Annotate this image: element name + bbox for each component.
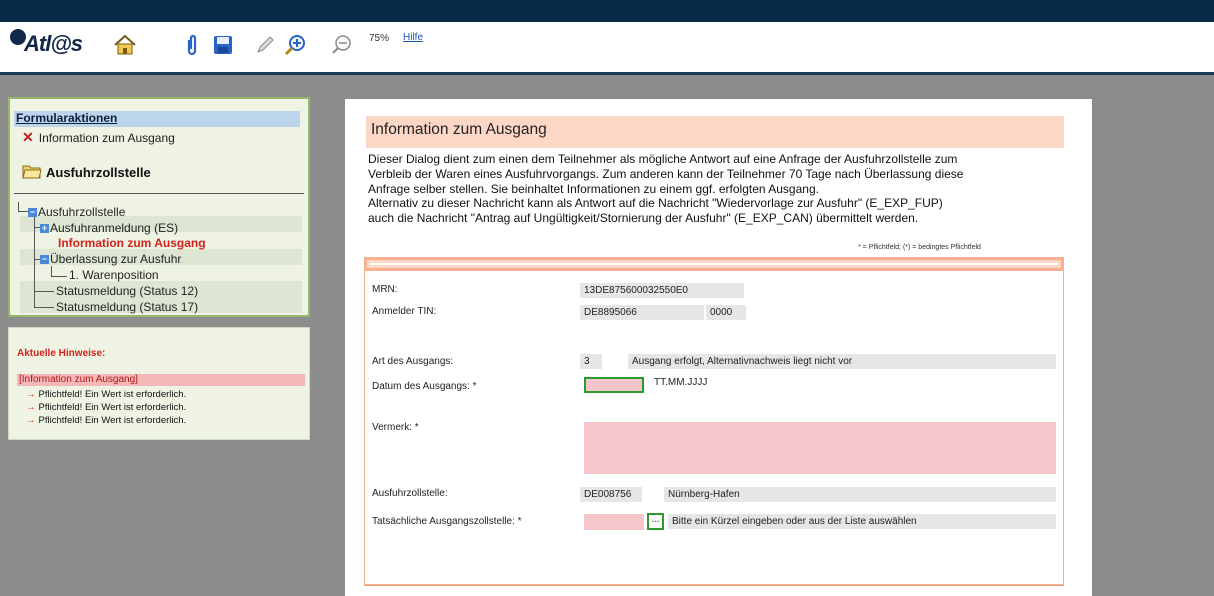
hint-item[interactable]: → Pflichtfeld! Ein Wert ist erforderlich. (26, 402, 186, 413)
arrow-right-icon: → (26, 402, 36, 413)
tin-field: DE8895066 (580, 305, 704, 320)
art-code-field[interactable]: 3 (580, 354, 602, 369)
art-text-field: Ausgang erfolgt, Alternativnachweis lieg… (628, 354, 1056, 369)
edit-pencil-icon[interactable] (255, 33, 275, 57)
logo-swirl-icon (10, 29, 26, 45)
atlas-logo: Atl@s (10, 29, 83, 59)
action-information-zum-ausgang[interactable]: ✕ Information zum Ausgang (22, 129, 175, 146)
tree-item-status-17[interactable]: Statusmeldung (Status 17) (56, 300, 198, 314)
tree-item-warenposition[interactable]: 1. Warenposition (69, 268, 159, 282)
office-section-title: Ausfuhrzollstelle (22, 162, 151, 183)
expand-icon[interactable]: + (40, 224, 49, 233)
actual-office-picker-button[interactable]: ... (647, 513, 664, 530)
datum-label: Datum des Ausgangs: * (372, 381, 477, 392)
hints-section-header: [Information zum Ausgang] (17, 374, 305, 386)
save-icon[interactable] (213, 33, 233, 57)
document-title: Information zum Ausgang (366, 116, 1064, 148)
attachment-icon[interactable] (185, 33, 199, 57)
collapse-icon[interactable]: − (28, 208, 37, 217)
tree-item-status-12[interactable]: Statusmeldung (Status 12) (56, 284, 198, 298)
form-actions-title: Formularaktionen (14, 111, 300, 127)
zoom-level: 75% (369, 33, 390, 44)
help-link[interactable]: Hilfe (403, 32, 423, 43)
tin-suffix-field: 0000 (706, 305, 746, 320)
form-header-bar (364, 257, 1064, 271)
document-description: Dieser Dialog dient zum einen dem Teilne… (368, 152, 964, 226)
arrow-right-icon: → (26, 415, 36, 426)
hints-title: Aktuelle Hinweise: (17, 348, 106, 359)
actual-office-label: Tatsächliche Ausgangszollstelle: * (372, 516, 522, 527)
tree-connector (18, 202, 19, 211)
office-name-field: Nürnberg-Hafen (664, 487, 1056, 502)
arrow-right-icon: → (26, 389, 36, 400)
datum-input[interactable] (584, 377, 644, 393)
panel-divider (14, 193, 304, 194)
datum-format-hint: TT.MM.JJJJ (654, 377, 708, 388)
office-code-field: DE008756 (580, 487, 642, 502)
toolbar-divider (0, 72, 1214, 75)
collapse-icon[interactable]: − (40, 255, 49, 264)
actual-office-hint: Bitte ein Kürzel eingeben oder aus der L… (668, 514, 1056, 529)
tree-connector (51, 266, 52, 276)
tree-item-ausfuhrzollstelle[interactable]: − Ausfuhrzollstelle (28, 205, 125, 219)
toolbar (0, 22, 1214, 74)
tree-connector (34, 291, 54, 292)
zoom-in-icon[interactable] (283, 33, 307, 57)
cancel-x-icon: ✕ (22, 129, 34, 145)
required-field-legend: * = Pflichtfeld; (*) = bedingtes Pflicht… (858, 244, 981, 251)
art-label: Art des Ausgangs: (372, 356, 454, 367)
vermerk-label: Vermerk: * (372, 422, 419, 433)
top-banner (0, 0, 1214, 22)
vermerk-textarea[interactable] (584, 422, 1056, 474)
mrn-field: 13DE875600032550E0 (580, 283, 744, 298)
tree-connector (34, 307, 54, 308)
home-icon[interactable] (113, 33, 137, 57)
hint-item[interactable]: → Pflichtfeld! Ein Wert ist erforderlich. (26, 415, 186, 426)
hint-item[interactable]: → Pflichtfeld! Ein Wert ist erforderlich. (26, 389, 186, 400)
zoom-out-icon[interactable] (329, 33, 353, 57)
tree-connector (34, 216, 35, 307)
office-label: Ausfuhrzollstelle: (372, 488, 448, 499)
tin-label: Anmelder TIN: (372, 306, 437, 317)
actual-office-input[interactable] (584, 514, 644, 530)
tree-item-ausfuhranmeldung[interactable]: + Ausfuhranmeldung (ES) (40, 221, 178, 235)
document-tree: − Ausfuhrzollstelle + Ausfuhranmeldung (ES… (14, 200, 304, 320)
open-folder-icon (22, 162, 42, 183)
tree-item-ueberlassung[interactable]: − Überlassung zur Ausfuhr (40, 252, 181, 266)
tree-connector (51, 276, 67, 277)
mrn-label: MRN: (372, 284, 398, 295)
tree-item-information-zum-ausgang[interactable]: Information zum Ausgang (58, 236, 206, 250)
